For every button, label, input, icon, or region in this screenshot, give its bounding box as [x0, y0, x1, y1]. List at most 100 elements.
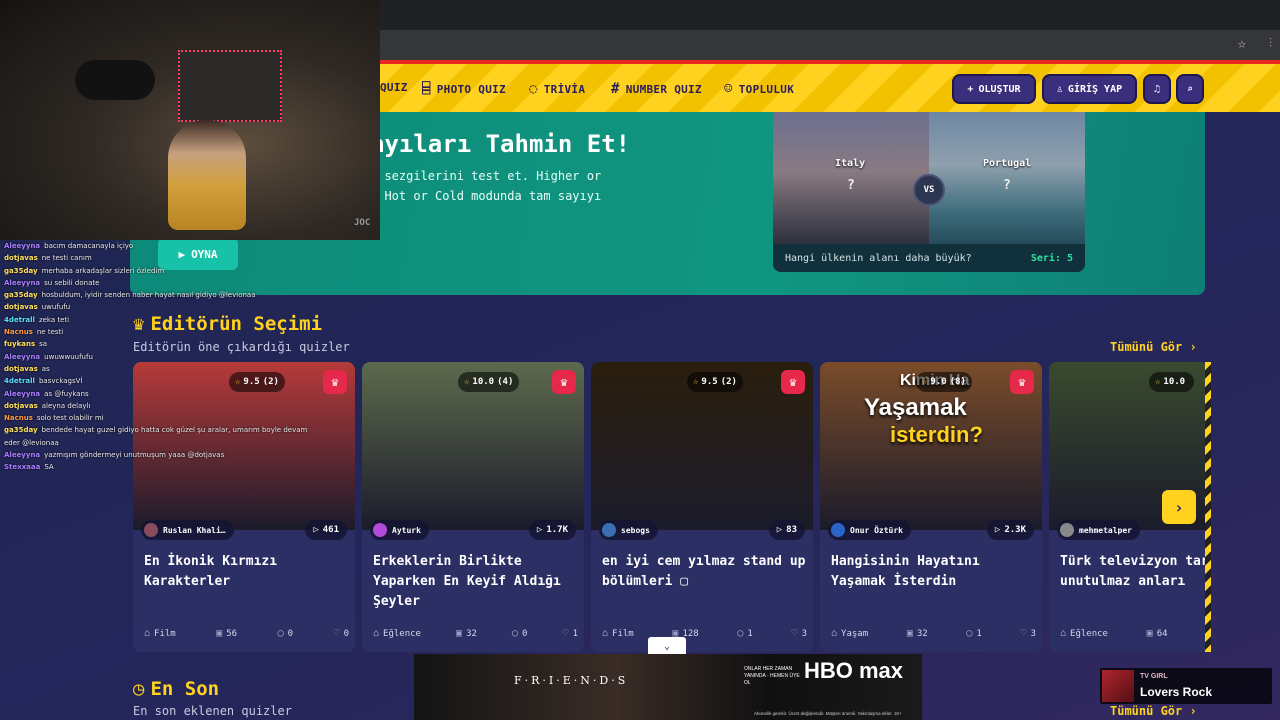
comment-count-value: 0	[522, 628, 528, 639]
quiz-card[interactable]: ☆ 10.0 (4) ♛ Ayturk ▷ 1.7K Erkeklerin Birli…	[362, 362, 584, 652]
heart-icon: ♡	[1020, 628, 1027, 639]
chat-username: Aleeyyna	[4, 278, 41, 287]
chat-username: Stexxaaa	[4, 463, 41, 472]
category-label: Yaşam	[841, 628, 869, 639]
author-avatar	[602, 523, 616, 537]
author-chip[interactable]: Ayturk	[370, 520, 429, 540]
category-tag[interactable]: ⌂ Yaşam	[831, 628, 868, 639]
notifications-button[interactable]: ♫	[1143, 74, 1171, 104]
chat-username: ga35day	[4, 426, 38, 435]
chat-text: SA	[44, 463, 54, 472]
image-icon: ▣	[1146, 628, 1153, 639]
author-chip[interactable]: Ruslan Khali…	[141, 520, 234, 540]
carousel-edge-stripe	[1205, 362, 1211, 652]
question-count-value: 32	[916, 628, 928, 639]
editors-see-all-link[interactable]: Tümünü Gör ›	[1110, 340, 1197, 354]
country-left-mark: ?	[847, 178, 855, 193]
chat-username: dotjavas	[4, 364, 38, 373]
chat-message: dotjavas as	[4, 363, 309, 375]
latest-see-all-link[interactable]: Tümünü Gör ›	[1110, 704, 1197, 718]
bookmark-star-icon[interactable]: ☆	[1238, 36, 1246, 52]
nav-number-quiz[interactable]: # NUMBER QUIZ	[611, 81, 702, 97]
chat-text: aleyna delaylı	[41, 401, 91, 410]
author-avatar	[144, 523, 158, 537]
tag-icon: ⌂	[831, 628, 838, 639]
image-icon: ▣	[906, 628, 913, 639]
nav-trivia[interactable]: ◌ TRİVİA	[529, 81, 585, 97]
bell-icon: ♫	[1153, 83, 1161, 95]
ad-fine-print: Abonelik gerekir. Ücret değişkendir. Müş…	[754, 711, 902, 716]
chevron-right-icon: ›	[1174, 497, 1184, 517]
play-icon: ▷	[536, 525, 543, 535]
rating-badge: ☆ 9.5 (2)	[687, 372, 743, 392]
chat-text: uwufufu	[41, 303, 71, 312]
category-tag[interactable]: ⌂ Film	[144, 628, 176, 639]
play-count-value: 2.3K	[1004, 525, 1026, 535]
latest-title-text: En Son	[150, 678, 220, 700]
author-chip[interactable]: mehmetalper	[1057, 520, 1140, 540]
category-tag[interactable]: ⌂ Film	[602, 628, 634, 639]
category-tag[interactable]: ⌂ Eğlence	[373, 628, 421, 639]
compare-preview-card[interactable]: Italy ? Portugal ? VS Hangi ülkenin alan…	[773, 112, 1085, 272]
extensions-menu-icon[interactable]: ⫶	[1269, 36, 1272, 51]
quiz-stats: ⌂ Film ▣ 128 ◯ 1 ♡ 3	[602, 628, 807, 639]
question-count: ▣ 32	[907, 628, 928, 639]
crown-icon: ♛	[1010, 370, 1034, 394]
chat-message: ga35day merhaba arkadaşlar sizleri özledi…	[4, 265, 309, 277]
image-icon: ▣	[456, 628, 463, 639]
quiz-card[interactable]: Kimin Ha Yaşamak isterdin? ☆9.0(8) ♛ Onu…	[820, 362, 1042, 652]
nav-community[interactable]: ☺ TOPLULUK	[724, 81, 794, 97]
comment-icon: ◯	[277, 628, 284, 639]
like-count[interactable]: ♡ 3	[792, 628, 807, 639]
nav-photo-quiz[interactable]: ⌸ PHOTO QUIZ	[422, 81, 506, 97]
like-count[interactable]: ♡ 3	[1021, 628, 1036, 639]
ad-hbo-logo: HBO max	[804, 658, 904, 683]
ad-banner[interactable]: F·R·I·E·N·D·S ONLAR HER ZAMAN YANINDA · …	[414, 654, 922, 720]
tag-icon: ⌂	[1060, 628, 1067, 639]
chat-message: dotjavas uwufufu	[4, 301, 309, 313]
like-count-value: 3	[1030, 628, 1036, 639]
star-icon: ☆	[693, 377, 699, 387]
comment-icon: ◯	[512, 628, 519, 639]
comment-count: ◯ 1	[737, 628, 752, 639]
quiz-title[interactable]: Türk televizyon tarihinin unutulmaz anla…	[1060, 552, 1209, 592]
comment-count: ◯ 0	[512, 628, 527, 639]
author-avatar	[373, 523, 387, 537]
category-tag[interactable]: ⌂ Eğlence	[1060, 628, 1108, 639]
clock-icon: ◷	[133, 678, 145, 700]
author-avatar	[1060, 523, 1074, 537]
like-count[interactable]: ♡ 1	[563, 628, 578, 639]
create-button[interactable]: + OLUŞTUR	[952, 74, 1036, 104]
quiz-title[interactable]: Hangisinin Hayatını Yaşamak İsterdin	[831, 552, 1036, 592]
ad-collapse-tab[interactable]: ⌄	[648, 637, 686, 655]
quiz-title[interactable]: En İkonik Kırmızı Karakterler	[144, 552, 349, 592]
chat-message: 4detrall zeka teti	[4, 314, 309, 326]
chat-text: merhaba arkadaşlar sizleri özledim	[41, 266, 165, 275]
ad-tagline: ONLAR HER ZAMAN YANINDA · HEMEN ÜYE OL	[744, 666, 800, 686]
like-count[interactable]: ♡ 0	[334, 628, 349, 639]
login-label: GİRİŞ YAP	[1067, 83, 1123, 95]
author-name: Ayturk	[392, 525, 421, 535]
author-avatar	[831, 523, 845, 537]
search-button[interactable]: ⌕	[1176, 74, 1204, 104]
quiz-title[interactable]: en iyi cem yılmaz stand up bölümleri ▢	[602, 552, 807, 592]
hero-title: ayıları Tahmin Et!	[370, 130, 631, 158]
chat-username: fuykans	[4, 340, 36, 349]
thumb-text-3: isterdin?	[890, 422, 983, 447]
quiz-card[interactable]: ☆ 9.5 (2) ♛ sebogs ▷ 83 en iyi cem yılmaz s…	[591, 362, 813, 652]
play-icon: ▷	[313, 525, 319, 535]
country-right: Portugal	[983, 158, 1032, 169]
image-icon: ▣	[216, 628, 223, 639]
nav-quiz[interactable]: QUIZ	[380, 81, 408, 94]
question-count-value: 32	[466, 628, 477, 639]
author-chip[interactable]: Onur Öztürk	[828, 520, 911, 540]
quiz-title[interactable]: Erkeklerin Birlikte Yaparken En Keyif Al…	[373, 552, 578, 612]
author-chip[interactable]: sebogs	[599, 520, 658, 540]
rating-badge: ☆ 10.0 (4)	[458, 372, 520, 392]
chat-text: as	[41, 364, 50, 373]
carousel-next-button[interactable]: ›	[1162, 490, 1196, 524]
login-button[interactable]: ♙ GİRİŞ YAP	[1042, 74, 1137, 104]
nav-number-quiz-label: NUMBER QUIZ	[625, 82, 702, 96]
chat-text: ne testi canım	[41, 254, 92, 263]
chat-message: dotjavas ne testi canım	[4, 252, 309, 264]
